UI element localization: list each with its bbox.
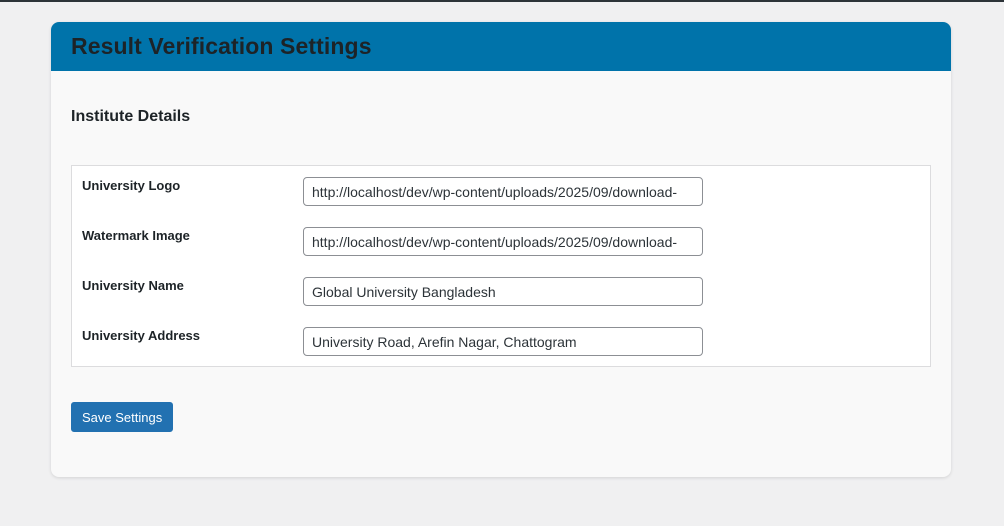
settings-panel: Result Verification Settings Institute D… [51, 22, 951, 477]
page-title: Result Verification Settings [71, 33, 372, 59]
save-settings-button[interactable]: Save Settings [71, 402, 174, 432]
section-title: Institute Details [71, 108, 191, 125]
university-name-input[interactable] [303, 277, 703, 306]
row-university-logo: University Logo [72, 166, 930, 216]
university-logo-input[interactable] [303, 177, 703, 206]
watermark-image-input[interactable] [303, 227, 703, 256]
institute-details-table: University Logo Watermark Image Universi… [71, 165, 931, 367]
admin-top-border [0, 0, 1004, 2]
row-watermark-image: Watermark Image [72, 216, 930, 266]
university-logo-label: University Logo [82, 178, 181, 193]
watermark-image-label: Watermark Image [82, 228, 190, 243]
row-university-address: University Address [72, 316, 930, 366]
row-university-name: University Name [72, 266, 930, 316]
university-name-label: University Name [82, 278, 184, 293]
university-address-input[interactable] [303, 327, 703, 356]
panel-header: Result Verification Settings [51, 22, 951, 71]
university-address-label: University Address [82, 328, 201, 343]
